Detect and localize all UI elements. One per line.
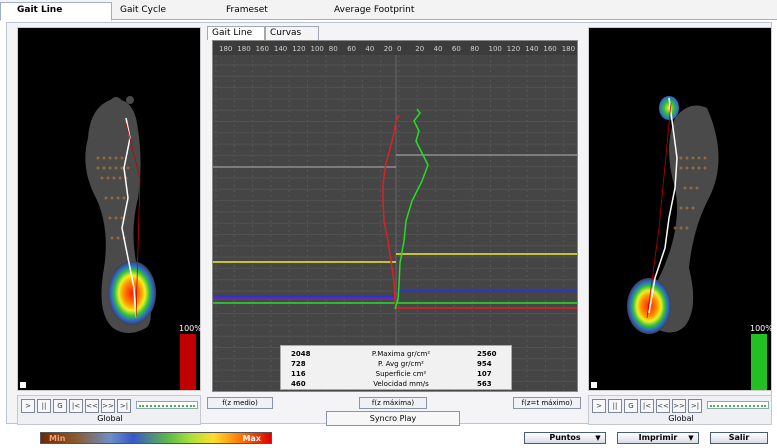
last-frame-button[interactable]: >|	[688, 399, 702, 413]
first-frame-button[interactable]: |<	[640, 399, 654, 413]
pressure-legend-bar: Min Max	[40, 432, 272, 444]
ruler-tick-label: 120	[292, 45, 305, 53]
left-percent-label: 100%	[179, 324, 202, 333]
center-tab-bar: Gait Line Curvas	[207, 26, 579, 40]
ruler-tick-label: 60	[452, 45, 461, 53]
legend-max-label: Max	[242, 434, 261, 443]
play-button[interactable]: >	[21, 399, 35, 413]
stat-right-value: 954	[477, 360, 492, 368]
tab-gait-line[interactable]: Gait Line	[0, 2, 112, 21]
salir-button[interactable]: Salir	[710, 432, 768, 444]
stat-right-value: 107	[477, 370, 492, 378]
stat-label: P. Avg gr/cm²	[378, 360, 424, 368]
tab-frameset[interactable]: Frameset	[210, 3, 278, 20]
play-button[interactable]: >	[592, 399, 606, 413]
ruler-tick-label: 0	[397, 45, 401, 53]
left-heel-hotspot	[108, 261, 156, 325]
ruler-tick-label: 180	[237, 45, 250, 53]
tab-average-footprint[interactable]: Average Footprint	[318, 3, 424, 20]
stats-box: 2048 P.Maxima gr/cm² 2560 728 P. Avg gr/…	[280, 345, 512, 390]
pause-button[interactable]: ||	[608, 399, 622, 413]
rewind-button[interactable]: <<	[656, 399, 670, 413]
f-medio-button[interactable]: f(z medio)	[207, 397, 273, 409]
stat-left-value: 116	[291, 370, 306, 378]
ruler-tick-label: 140	[274, 45, 287, 53]
tab-curvas[interactable]: Curvas	[265, 26, 319, 40]
first-frame-button[interactable]: |<	[69, 399, 83, 413]
chevron-down-icon: ▼	[595, 434, 601, 442]
right-foot-curve	[394, 108, 429, 310]
ruler-tick-label: 180	[219, 45, 232, 53]
left-resize-corner[interactable]	[20, 382, 26, 388]
stat-label: Velocidad mm/s	[373, 380, 429, 388]
right-pressure-bar	[751, 334, 767, 390]
legend-min-label: Min	[49, 434, 66, 443]
global-button[interactable]: G	[624, 399, 638, 413]
gait-curves-panel: 180 180 160 140 120 100 80 60 40 20 0 20 40 60 80 100 12…	[212, 40, 578, 392]
stat-row: 116 Superficie cm² 107	[281, 369, 513, 379]
stat-right-value: 563	[477, 380, 492, 388]
left-player-controls: > || G |< << >> >| Global	[17, 395, 201, 425]
left-toe	[126, 96, 134, 104]
left-pressure-bar	[180, 334, 196, 390]
left-global-label: Global	[97, 414, 123, 423]
imprimir-label: Imprimir	[638, 433, 678, 442]
right-foot-map	[627, 96, 767, 390]
stat-right-value: 2560	[477, 350, 497, 358]
tab-center-gait-line[interactable]: Gait Line	[207, 26, 265, 40]
ruler-tick-label: 60	[347, 45, 356, 53]
syncro-play-button[interactable]: Syncro Play	[326, 411, 460, 426]
right-global-label: Global	[668, 414, 694, 423]
ruler-tick-label: 100	[489, 45, 502, 53]
ruler-tick-label: 20	[415, 45, 424, 53]
stat-left-value: 460	[291, 380, 306, 388]
stat-row: 460 Velocidad mm/s 563	[281, 379, 513, 389]
ruler-tick-label: 160	[256, 45, 269, 53]
ruler-tick-label: 80	[470, 45, 479, 53]
puntos-button[interactable]: Puntos ▼	[524, 432, 606, 444]
puntos-label: Puntos	[549, 433, 581, 442]
ruler-tick-label: 180	[562, 45, 575, 53]
ruler-tick-label: 140	[525, 45, 538, 53]
left-toe	[110, 97, 122, 109]
ruler-tick-label: 80	[329, 45, 338, 53]
imprimir-button[interactable]: Imprimir ▼	[617, 432, 699, 444]
last-frame-button[interactable]: >|	[117, 399, 131, 413]
stat-label: Superficie cm²	[375, 370, 427, 378]
gait-curves-graph: 180 180 160 140 120 100 80 60 40 20 0 20 40 60 80 100 12…	[213, 41, 577, 391]
ruler-tick-label: 120	[507, 45, 520, 53]
chevron-down-icon: ▼	[688, 434, 694, 442]
ruler-tick-label: 40	[434, 45, 443, 53]
tab-gait-cycle[interactable]: Gait Cycle	[104, 3, 176, 20]
right-player-controls: > || G |< << >> >| Global	[588, 395, 772, 425]
left-foot-pressure-panel: 100%	[17, 27, 202, 391]
right-percent-label: 100%	[750, 324, 773, 333]
forward-button[interactable]: >>	[101, 399, 115, 413]
ruler-tick-label: 40	[365, 45, 374, 53]
f-maxima-button[interactable]: f(z máxima)	[359, 397, 427, 409]
top-tab-bar: Gait Line Gait Cycle Frameset Average Fo…	[0, 0, 777, 21]
right-foot-pressure-panel: 100%	[588, 27, 773, 391]
stat-left-value: 728	[291, 360, 306, 368]
stat-label: P.Maxima gr/cm²	[371, 350, 431, 358]
pause-button[interactable]: ||	[37, 399, 51, 413]
stat-left-value: 2048	[291, 350, 311, 358]
rewind-button[interactable]: <<	[85, 399, 99, 413]
right-frame-slider[interactable]	[707, 401, 769, 409]
forward-button[interactable]: >>	[672, 399, 686, 413]
ruler-tick-label: 100	[311, 45, 324, 53]
right-resize-corner[interactable]	[591, 382, 597, 388]
f-t-maximo-button[interactable]: f(z=t máximo)	[513, 397, 581, 409]
stat-row: 728 P. Avg gr/cm² 954	[281, 359, 513, 369]
global-button[interactable]: G	[53, 399, 67, 413]
stat-row: 2048 P.Maxima gr/cm² 2560	[281, 349, 513, 359]
ruler-tick-label: 20	[384, 45, 393, 53]
ruler-tick-label: 160	[543, 45, 556, 53]
left-frame-slider[interactable]	[136, 401, 198, 409]
left-foot-map	[85, 96, 196, 390]
